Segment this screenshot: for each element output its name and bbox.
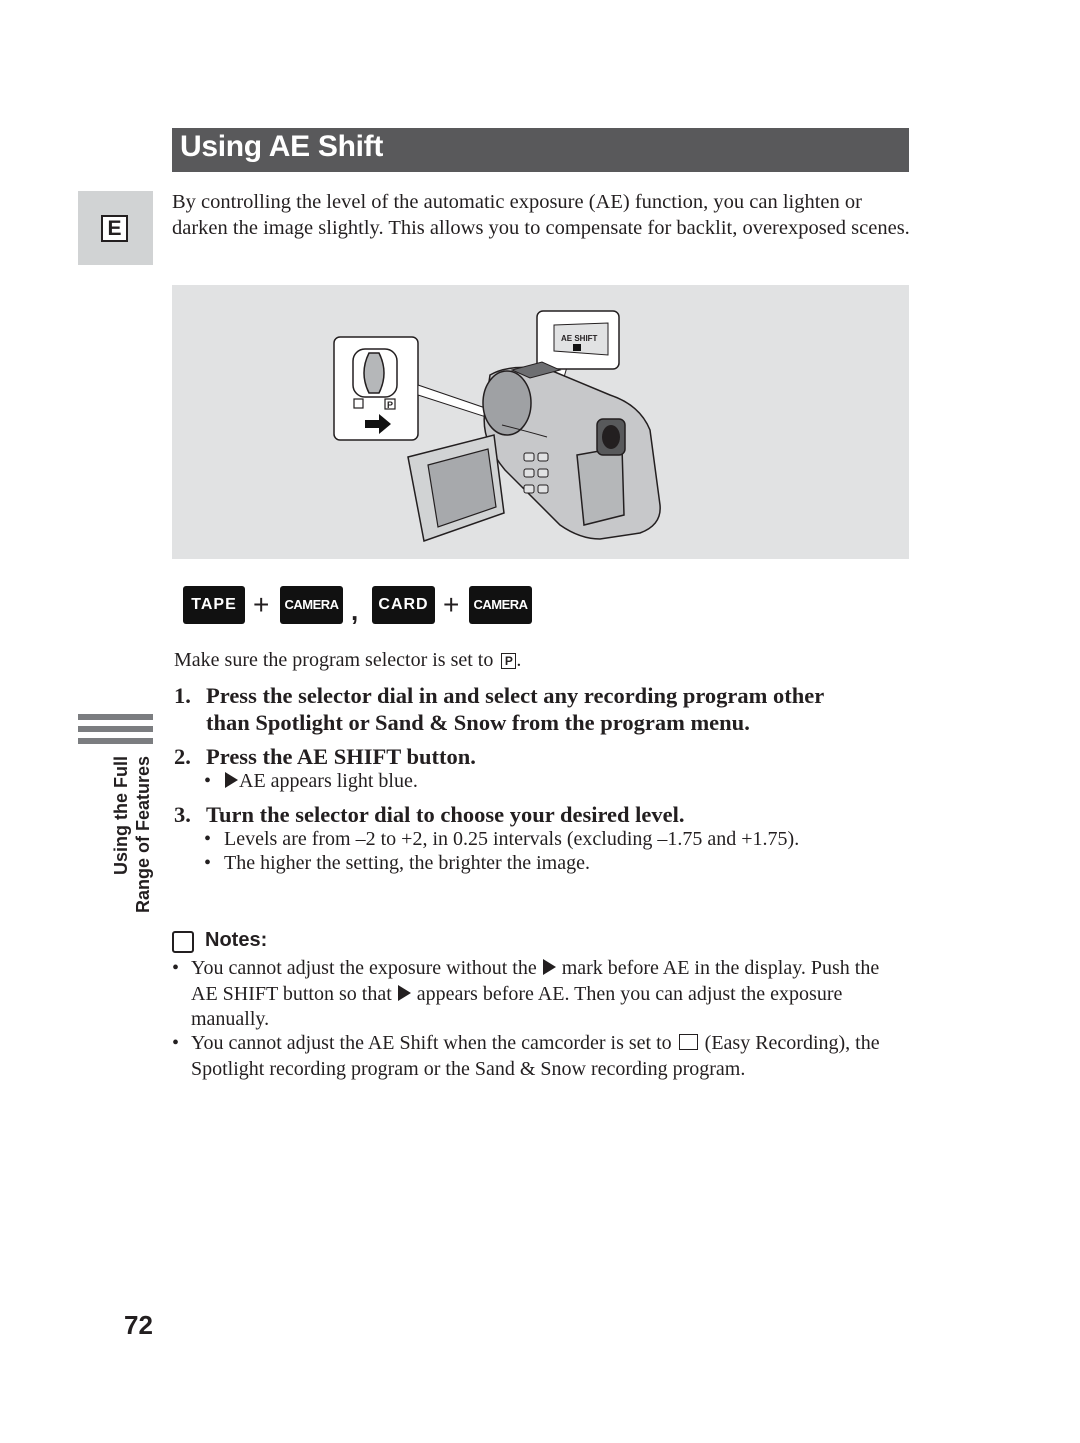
- play-triangle-icon: [542, 959, 556, 975]
- note-pencil-icon: [172, 931, 194, 953]
- language-tab: E: [78, 191, 153, 265]
- svg-text:P: P: [387, 400, 393, 410]
- chapter-side-label: Using the Full Range of Features: [111, 756, 153, 914]
- mode-camera: CAMERA: [280, 586, 343, 624]
- camcorder-illustration: P AE SHIFT: [172, 285, 909, 559]
- play-triangle-icon: [397, 984, 411, 1001]
- page-title: Using AE Shift: [180, 130, 384, 163]
- mode-tape: TAPE: [183, 586, 245, 624]
- language-tab-label: E: [101, 215, 128, 242]
- page-number: 72: [124, 1310, 153, 1340]
- plus-sign: +: [253, 589, 270, 620]
- pre-step-instruction: Make sure the program selector is set to…: [174, 649, 522, 671]
- mode-camera: CAMERA: [469, 586, 532, 624]
- camcorder-drawing: P AE SHIFT: [333, 310, 661, 542]
- intro-paragraph: By controlling the level of the automati…: [172, 191, 910, 239]
- battery: [576, 446, 625, 526]
- plus-sign: +: [443, 589, 460, 620]
- ae-shift-button-icon: [573, 344, 581, 351]
- section-divider-lines: [78, 714, 153, 750]
- notes-heading: Notes:: [172, 929, 267, 953]
- section-title-bar: Using AE Shift: [172, 128, 909, 172]
- easy-recording-mark: [353, 398, 364, 409]
- mode-card: CARD: [372, 586, 435, 624]
- program-p-icon: P: [501, 653, 517, 669]
- easy-recording-icon: [678, 1034, 698, 1050]
- ae-shift-callout-label: AE SHIFT: [561, 334, 598, 343]
- lens: [482, 370, 532, 436]
- separator-comma: ,: [351, 596, 359, 626]
- play-triangle-icon: [225, 772, 238, 788]
